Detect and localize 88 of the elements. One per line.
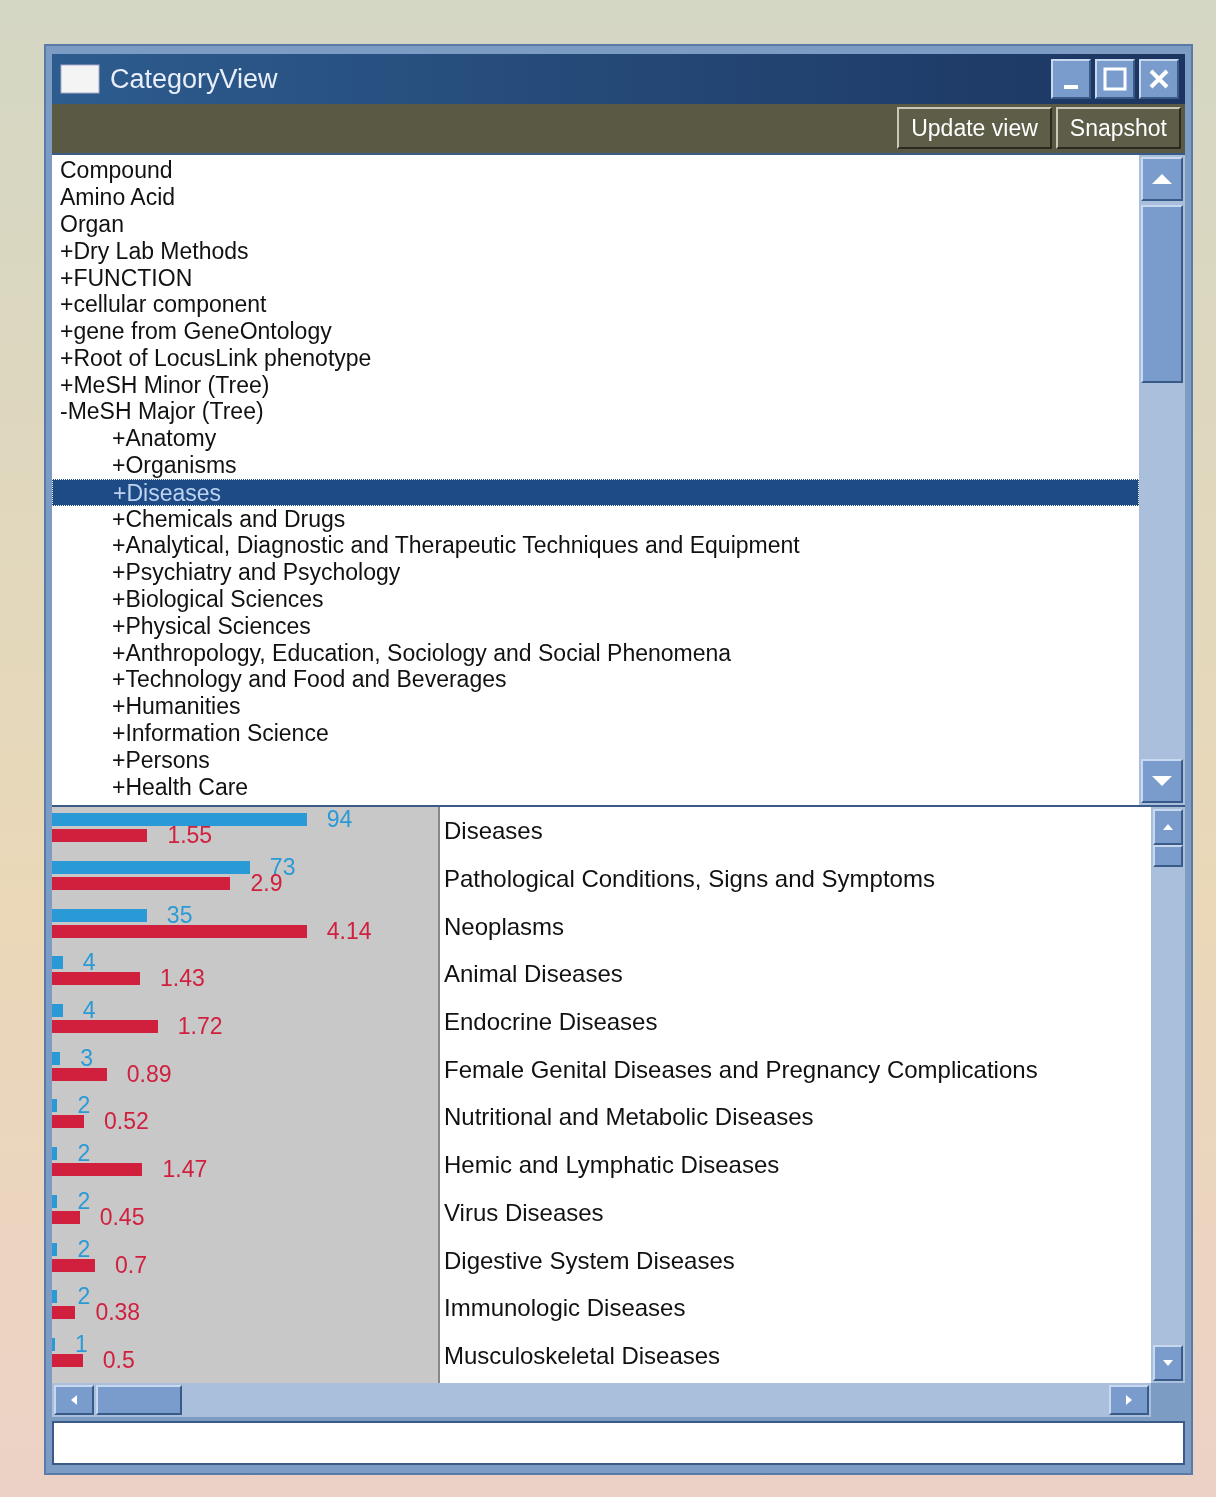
ratio-bar [52, 1258, 96, 1272]
list-item[interactable]: Female Genital Diseases and Pregnancy Complications [440, 1045, 1151, 1094]
ratio-label: 4.14 [326, 924, 372, 938]
ratio-bar [52, 1115, 84, 1129]
list-item[interactable]: Virus Diseases [440, 1188, 1151, 1237]
scroll-left-button[interactable] [54, 1385, 94, 1416]
maximize-icon [1102, 65, 1128, 92]
count-bar [52, 1051, 61, 1065]
up-arrow-icon [1150, 172, 1174, 187]
ratio-bar [52, 1210, 80, 1224]
scroll-thumb[interactable] [1141, 205, 1183, 384]
tree-item[interactable]: Compound [52, 157, 1139, 185]
count-bar [52, 1099, 58, 1113]
tree-item[interactable]: +Biological Sciences [52, 586, 1139, 613]
tree-item[interactable]: +Analytical, Diagnostic and Therapeutic Techniques and Equipment [52, 532, 1139, 560]
ratio-bar [52, 1353, 83, 1367]
count-label: 1 [75, 1337, 88, 1351]
scroll-down-button[interactable] [1153, 1345, 1183, 1382]
minimize-button[interactable] [1051, 58, 1091, 99]
ratio-bar [52, 1067, 107, 1081]
scroll-thumb[interactable] [1153, 845, 1183, 868]
tree-item[interactable]: +MeSH Minor (Tree) [52, 371, 1139, 399]
list-item[interactable]: Endocrine Diseases [440, 998, 1151, 1046]
list-item[interactable]: Animal Diseases [440, 950, 1151, 999]
tree-item[interactable]: Amino Acid [52, 184, 1139, 211]
count-bar [52, 1290, 58, 1304]
scroll-thumb[interactable] [96, 1385, 182, 1416]
count-bar [52, 1242, 58, 1256]
tree-item[interactable]: +cellular component [52, 291, 1139, 319]
scroll-up-button[interactable] [1141, 157, 1183, 202]
tree-item[interactable]: +gene from GeneOntology [52, 318, 1139, 345]
down-arrow-icon [1162, 1359, 1174, 1368]
close-button[interactable] [1139, 58, 1179, 99]
tree-item[interactable]: +Diseases [52, 478, 1139, 506]
count-label: 3 [80, 1051, 93, 1065]
toolbar-button[interactable]: Update view [897, 107, 1052, 150]
list-item[interactable]: Neoplasms [440, 902, 1151, 951]
minimize-icon [1064, 84, 1078, 89]
ratio-label: 0.5 [102, 1353, 135, 1367]
tree-item[interactable]: +Chemicals and Drugs [52, 505, 1139, 533]
count-bar [52, 1337, 55, 1351]
tree-item[interactable]: +Anthropology, Education, Sociology and Social Phenomena [52, 639, 1139, 667]
tree-item[interactable]: -MeSH Major (Tree) [52, 398, 1139, 426]
scroll-down-button[interactable] [1141, 759, 1183, 804]
toolbar-button[interactable]: Snapshot [1055, 107, 1181, 150]
ratio-label: 0.7 [115, 1258, 148, 1272]
tree-item[interactable]: +Organisms [52, 452, 1139, 479]
left-arrow-icon [70, 1394, 78, 1407]
count-label: 2 [77, 1242, 91, 1256]
list-item[interactable]: Musculoskeletal Diseases [440, 1331, 1151, 1380]
list-item[interactable]: Immunologic Diseases [440, 1284, 1151, 1332]
count-label: 2 [77, 1194, 91, 1208]
window-title: CategoryView [110, 62, 278, 96]
maximize-button[interactable] [1095, 58, 1135, 99]
right-arrow-icon [1125, 1394, 1133, 1407]
window-icon [60, 63, 100, 94]
count-bar [52, 1194, 58, 1208]
vertical-scrollbar[interactable] [1151, 807, 1185, 1384]
scroll-right-button[interactable] [1109, 1385, 1149, 1416]
tree-item[interactable]: +Information Science [52, 720, 1139, 747]
ratio-label: 0.89 [126, 1067, 172, 1081]
list-item[interactable]: Hemic and Lymphatic Diseases [440, 1141, 1151, 1189]
tree-item[interactable]: +Anatomy [52, 425, 1139, 453]
horizontal-scrollbar[interactable] [52, 1383, 1151, 1418]
tree-item[interactable]: +Dry Lab Methods [52, 237, 1139, 265]
vertical-scrollbar[interactable] [1139, 155, 1185, 806]
up-arrow-icon [1162, 823, 1174, 832]
list-item[interactable]: Pathological Conditions, Signs and Symptoms [440, 855, 1151, 903]
list-item[interactable]: Diseases [440, 807, 1151, 855]
tree-item[interactable]: +Psychiatry and Psychology [52, 559, 1139, 587]
count-bar [52, 956, 63, 970]
tree-item[interactable]: +Technology and Food and Beverages [52, 666, 1139, 694]
tree-item[interactable]: +Root of LocusLink phenotype [52, 344, 1139, 372]
count-bar [52, 1147, 58, 1161]
tree-item[interactable]: +Persons [52, 746, 1139, 774]
tree-item[interactable]: Organ [52, 210, 1139, 238]
tree-item[interactable]: +Health Care [52, 773, 1139, 801]
tree-item[interactable]: +Humanities [52, 693, 1139, 721]
ratio-label: 0.45 [99, 1210, 145, 1224]
scroll-up-button[interactable] [1153, 809, 1183, 846]
tree-item[interactable]: +FUNCTION [52, 264, 1139, 292]
list-item[interactable]: Nutritional and Metabolic Diseases [440, 1093, 1151, 1142]
down-arrow-icon [1150, 774, 1174, 789]
tree-item[interactable]: +Physical Sciences [52, 612, 1139, 640]
ratio-bar [52, 1306, 76, 1320]
list-item[interactable]: Digestive System Diseases [440, 1236, 1151, 1285]
count-bar [52, 1004, 63, 1018]
count-label: 35 [166, 908, 193, 922]
